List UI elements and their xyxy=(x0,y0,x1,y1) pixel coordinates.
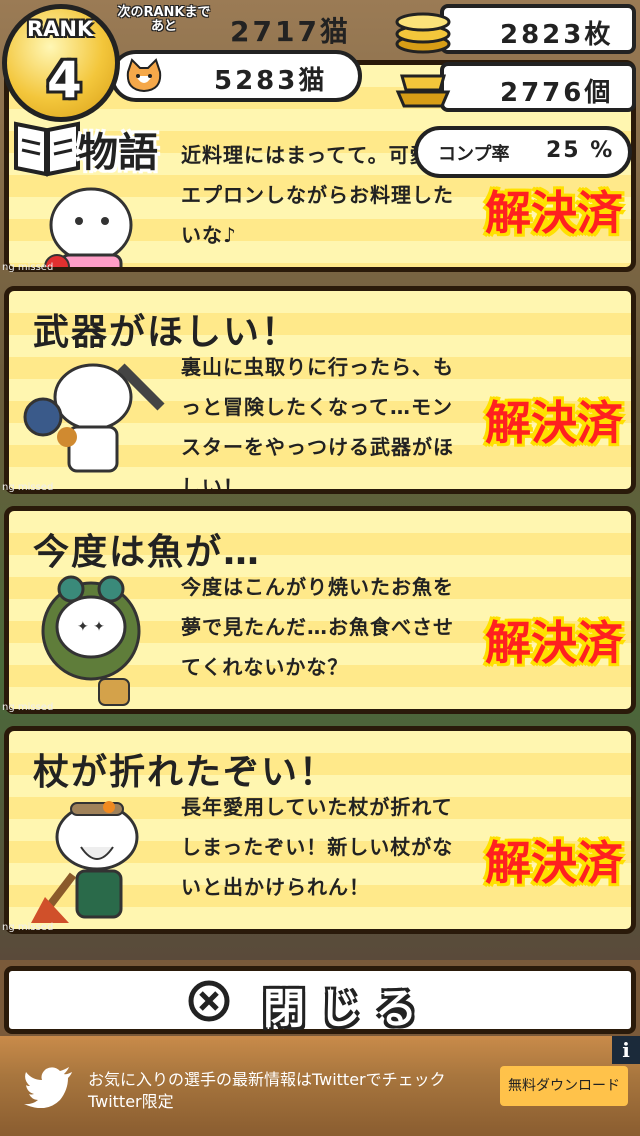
ad-info-icon[interactable]: i xyxy=(612,1036,640,1064)
missed-label: ng missed xyxy=(2,482,54,493)
cat-face-icon xyxy=(126,58,162,93)
close-icon xyxy=(188,980,230,1022)
close-button[interactable]: 閉じる xyxy=(4,966,636,1034)
solved-stamp: 解決済 xyxy=(485,396,623,450)
request-body: 今度はこんがり焼いたお魚を夢で見たんだ…お魚食べさせてくれないかな？ xyxy=(181,575,454,679)
status-header: 2823枚 2776個 次のRANKまであと 2717猫 5283猫 RANK … xyxy=(0,0,640,122)
story-title: 物語 xyxy=(78,130,158,176)
ad-subline: Twitter限定 xyxy=(88,1092,174,1111)
cats-counter: 5283猫 xyxy=(110,50,362,102)
gold-value: 2776個 xyxy=(500,78,614,108)
cat-warrior-character xyxy=(23,363,165,473)
rank-value: 4 xyxy=(47,51,82,109)
cats-value: 5283猫 xyxy=(214,66,328,96)
coins-value: 2823枚 xyxy=(500,20,614,50)
close-label: 閉じる xyxy=(263,984,432,1033)
request-card-4[interactable]: 杖が折れたぞい！ 長年愛用していた杖が折れてしまったぞい！新しい杖がないと出かけ… xyxy=(4,726,636,934)
request-body: 裏山に虫取りに行ったら、もっと冒険したくなって…モンスターをやっつける武器がほし… xyxy=(181,355,454,494)
next-rank-value: 2717猫 xyxy=(230,15,351,48)
ad-banner[interactable]: お気に入りの選手の最新情報はTwitterでチェック Twitter限定 無料ダ… xyxy=(0,1036,640,1136)
solved-stamp: 解決済 xyxy=(485,836,623,890)
ad-download-button[interactable]: 無料ダウンロード xyxy=(500,1066,628,1106)
missed-label: ng missed xyxy=(2,922,54,933)
coins-counter: 2823枚 xyxy=(440,4,636,54)
gold-bar-icon xyxy=(395,74,451,108)
request-body: 長年愛用していた杖が折れてしまったぞい！新しい杖がないと出かけられん！ xyxy=(181,795,454,899)
book-icon xyxy=(14,121,80,177)
cat-elder-character xyxy=(31,801,139,923)
missed-label: ng missed xyxy=(2,262,54,273)
coin-stack-icon xyxy=(395,12,451,54)
ad-headline: お気に入りの選手の最新情報はTwitterでチェック xyxy=(88,1070,446,1089)
rank-badge: RANK 4 xyxy=(2,4,120,122)
solved-stamp: 解決済 xyxy=(485,186,623,240)
next-rank-label: 次のRANKまであと xyxy=(117,5,211,34)
request-card-3[interactable]: 今度は魚が… ✦ ✦ 今度はこんがり焼いたお魚を夢で見たんだ…お魚食べさせてくれ… xyxy=(4,506,636,714)
rank-label: RANK xyxy=(27,17,94,41)
completion-value: 25 % xyxy=(546,138,615,163)
solved-stamp: 解決済 xyxy=(485,616,623,670)
gold-counter: 2776個 xyxy=(440,62,636,112)
completion-rate-box: コンプ率 25 % xyxy=(414,126,632,178)
twitter-bird-icon xyxy=(24,1067,72,1108)
svg-text:✦ ✦: ✦ ✦ xyxy=(77,619,105,635)
completion-label: コンプ率 xyxy=(438,144,510,165)
cat-explorer-character: ✦ ✦ xyxy=(41,575,141,706)
missed-label: ng missed xyxy=(2,702,54,713)
request-card-2[interactable]: 武器がほしい！ 裏山に虫取りに行ったら、もっと冒険したくなって…モンスターをやっ… xyxy=(4,286,636,494)
